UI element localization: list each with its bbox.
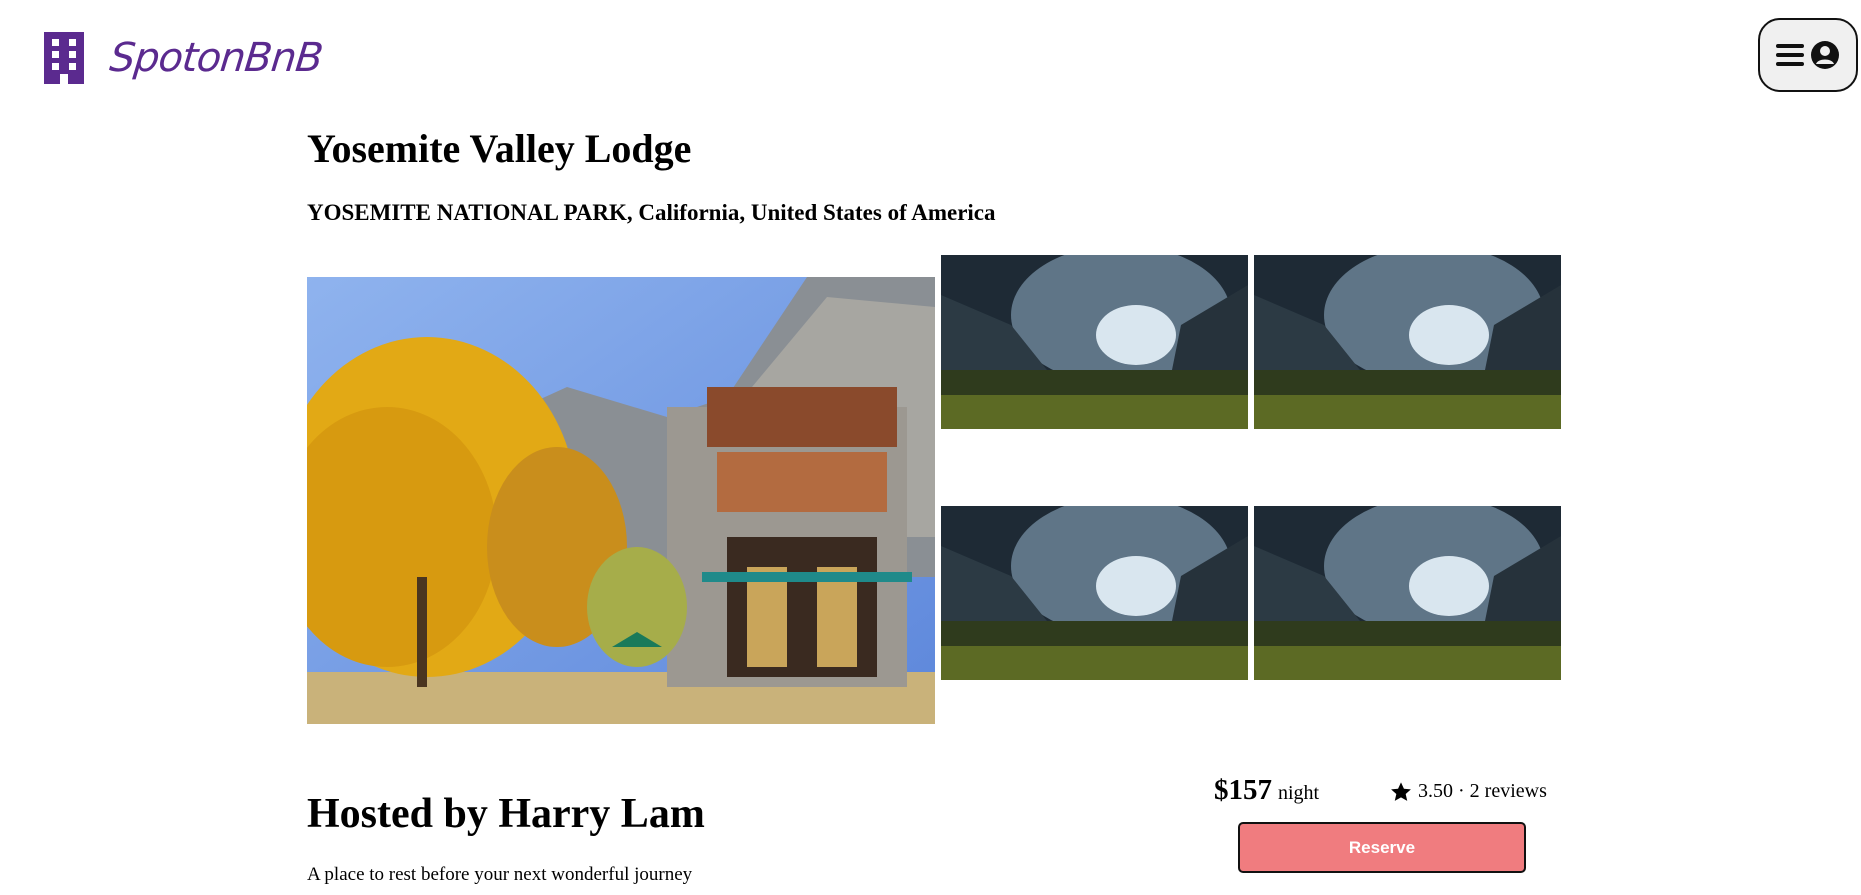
landscape-photo — [1254, 255, 1561, 429]
user-circle-icon — [1811, 41, 1839, 69]
profile-menu-button[interactable] — [1758, 18, 1858, 92]
rating-text: 3.50 · 2 reviews — [1418, 780, 1547, 802]
landscape-photo — [1254, 506, 1561, 680]
landscape-photo — [941, 255, 1248, 429]
listing-thumbnail[interactable] — [941, 506, 1248, 680]
price-display: $157 night — [1214, 774, 1319, 807]
listing-thumbnail[interactable] — [1254, 255, 1561, 429]
listing-description: A place to rest before your next wonderf… — [307, 864, 693, 885]
logo[interactable]: SpotonBnB — [42, 30, 325, 86]
host-heading: Hosted by Harry Lam — [307, 791, 705, 837]
site-header: SpotonBnB — [0, 0, 1861, 110]
price-unit: night — [1278, 782, 1320, 804]
listing-thumbnail[interactable] — [941, 255, 1248, 429]
star-icon — [1391, 781, 1411, 801]
lodge-photo — [307, 277, 935, 724]
rating-summary: 3.50 · 2 reviews — [1390, 780, 1547, 803]
nightly-price: $157 — [1214, 774, 1272, 806]
main-listing-photo[interactable] — [307, 277, 935, 724]
hamburger-menu-icon — [1776, 44, 1804, 66]
listing-location: YOSEMITE NATIONAL PARK, California, Unit… — [307, 200, 996, 225]
reserve-button[interactable]: Reserve — [1238, 822, 1526, 873]
brand-name: SpotonBnB — [107, 35, 325, 81]
landscape-photo — [941, 506, 1248, 680]
listing-title: Yosemite Valley Lodge — [307, 126, 692, 171]
listing-thumbnail[interactable] — [1254, 506, 1561, 680]
building-icon — [44, 32, 84, 84]
